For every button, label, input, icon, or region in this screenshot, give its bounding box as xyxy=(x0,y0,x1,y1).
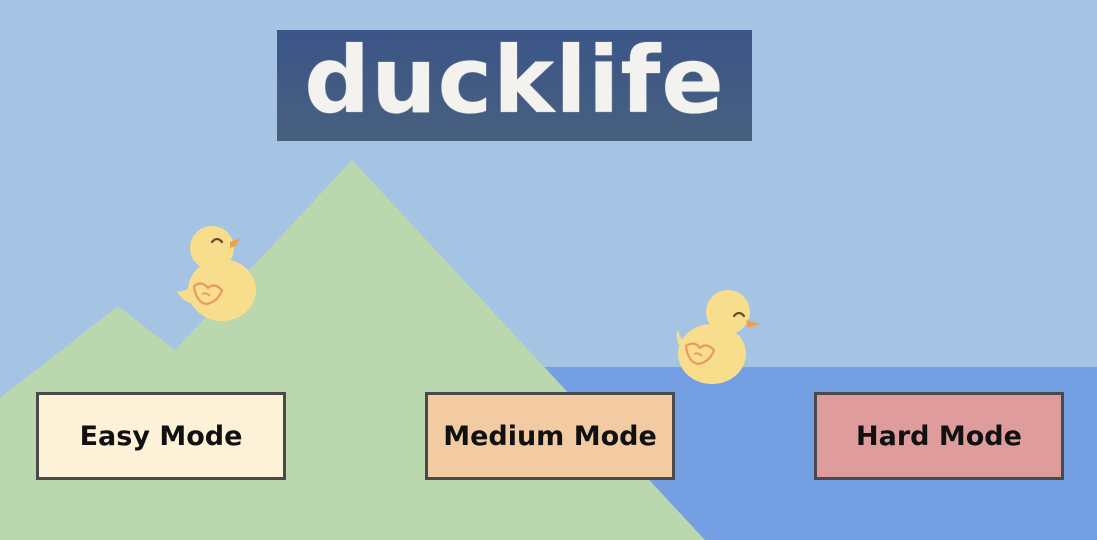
easy-mode-button[interactable]: Easy Mode xyxy=(36,392,286,480)
medium-mode-button[interactable]: Medium Mode xyxy=(425,392,675,480)
logo-text: ducklife xyxy=(304,26,725,134)
medium-mode-label: Medium Mode xyxy=(443,420,657,452)
game-screen: ducklife Easy Mode Medium Mode Hard Mode xyxy=(0,0,1097,540)
duck-icon-left xyxy=(176,226,256,321)
easy-mode-label: Easy Mode xyxy=(79,420,243,452)
duck-icon-right xyxy=(676,290,760,384)
ducklife-logo: ducklife xyxy=(277,30,752,141)
hard-mode-label: Hard Mode xyxy=(856,420,1022,452)
hard-mode-button[interactable]: Hard Mode xyxy=(814,392,1064,480)
